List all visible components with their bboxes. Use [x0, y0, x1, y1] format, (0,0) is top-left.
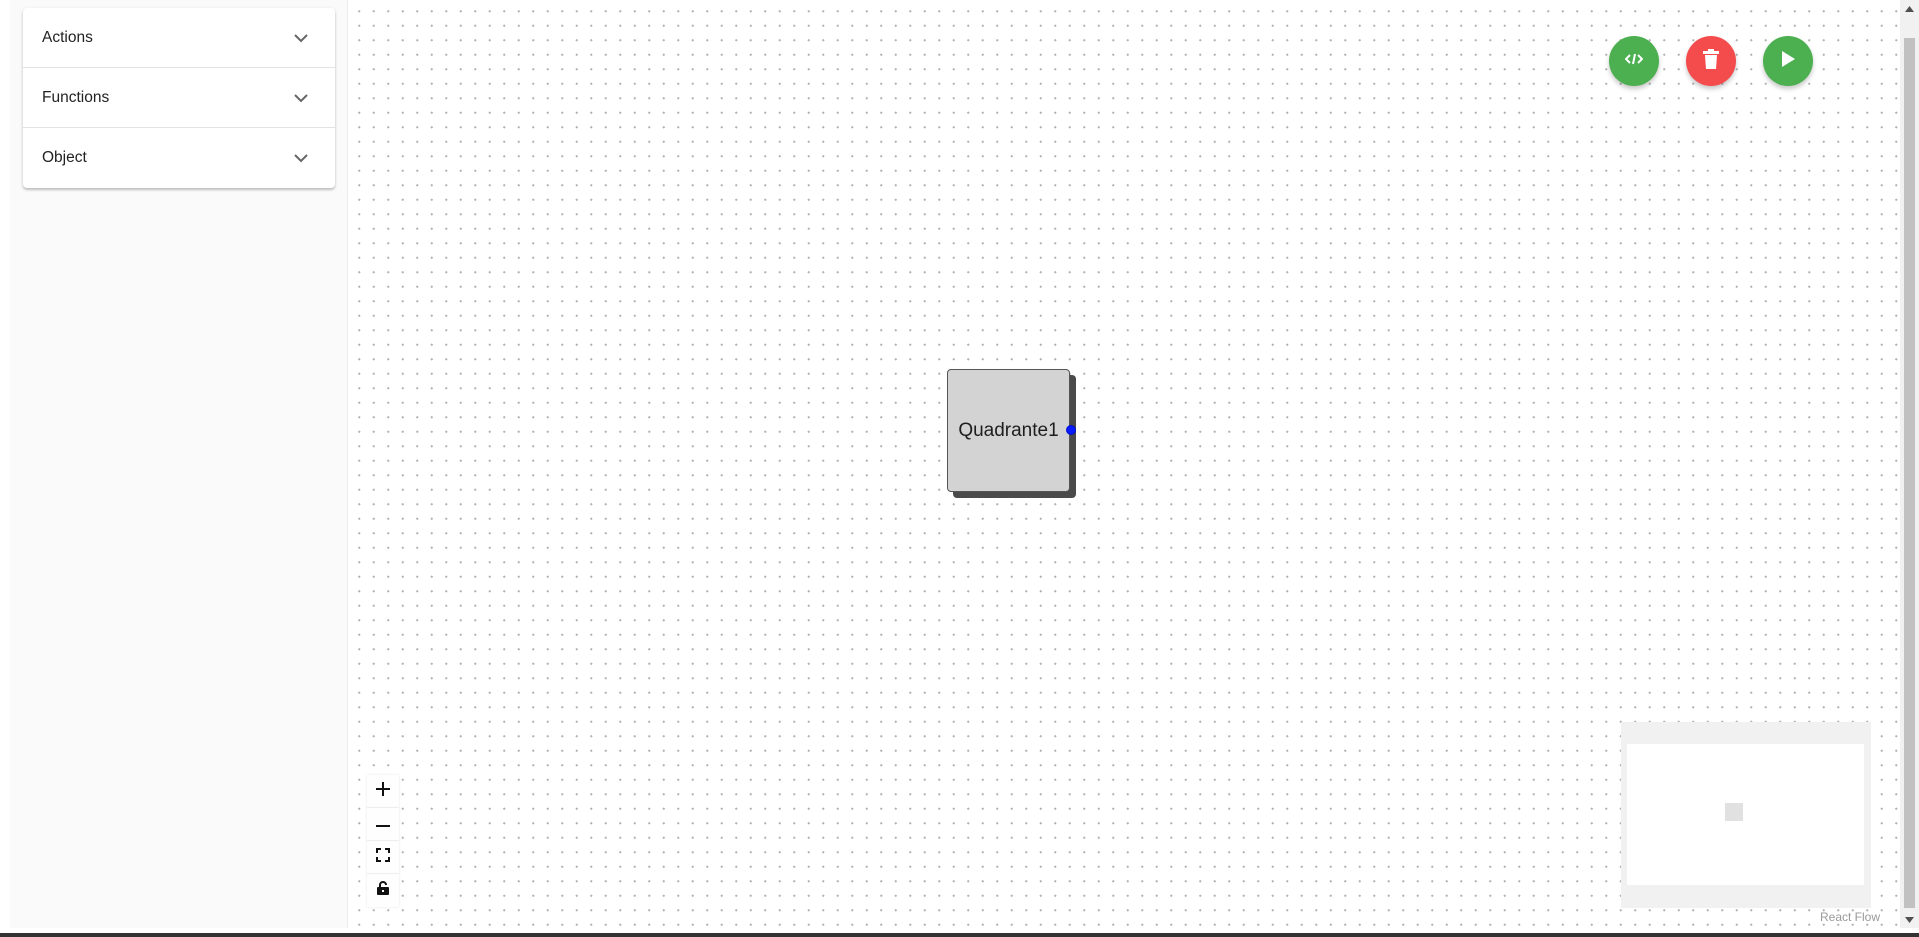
accordion-item-actions[interactable]: Actions: [23, 8, 335, 68]
sidebar: Actions Functions Object: [10, 0, 348, 928]
scrollbar-thumb[interactable]: [1904, 38, 1915, 908]
accordion-label: Object: [42, 149, 87, 166]
node-label: Quadrante1: [958, 419, 1059, 441]
accordion-label: Actions: [42, 28, 93, 46]
minimap[interactable]: [1621, 722, 1871, 908]
flow-node-quadrante1[interactable]: Quadrante1: [947, 369, 1070, 492]
lock-icon: [377, 881, 389, 900]
accordion-item-functions[interactable]: Functions: [23, 68, 335, 128]
zoom-out-button[interactable]: [367, 808, 399, 841]
accordion-label: Functions: [42, 88, 110, 106]
window-bottom-edge: [0, 933, 1919, 937]
delete-button[interactable]: [1686, 36, 1736, 86]
vertical-scrollbar[interactable]: [1900, 0, 1919, 928]
run-button[interactable]: [1763, 36, 1813, 86]
node-palette-accordion: Actions Functions Object: [23, 8, 335, 188]
node-source-handle[interactable]: [1066, 425, 1076, 435]
minimap-node: [1725, 803, 1743, 821]
accordion-item-object[interactable]: Object: [23, 128, 335, 188]
plus-icon: [376, 781, 390, 801]
attribution-link[interactable]: React Flow: [1820, 910, 1880, 924]
zoom-controls: [367, 775, 399, 907]
scroll-up-arrow[interactable]: [1900, 0, 1919, 17]
fit-view-icon: [376, 847, 390, 867]
trash-icon: [1703, 48, 1719, 74]
minus-icon: [376, 815, 390, 833]
chevron-down-icon: [293, 30, 309, 46]
scroll-down-arrow[interactable]: [1900, 911, 1919, 928]
app-root: Actions Functions Object Quadrante1 Reac…: [0, 0, 1919, 937]
zoom-in-button[interactable]: [367, 775, 399, 808]
code-button[interactable]: [1609, 36, 1659, 86]
code-icon: [1624, 52, 1644, 71]
lock-button[interactable]: [367, 874, 399, 907]
fit-view-button[interactable]: [367, 841, 399, 874]
chevron-down-icon: [293, 90, 309, 106]
minimap-viewport: [1627, 744, 1864, 885]
play-icon: [1780, 50, 1796, 73]
chevron-down-icon: [293, 150, 309, 166]
